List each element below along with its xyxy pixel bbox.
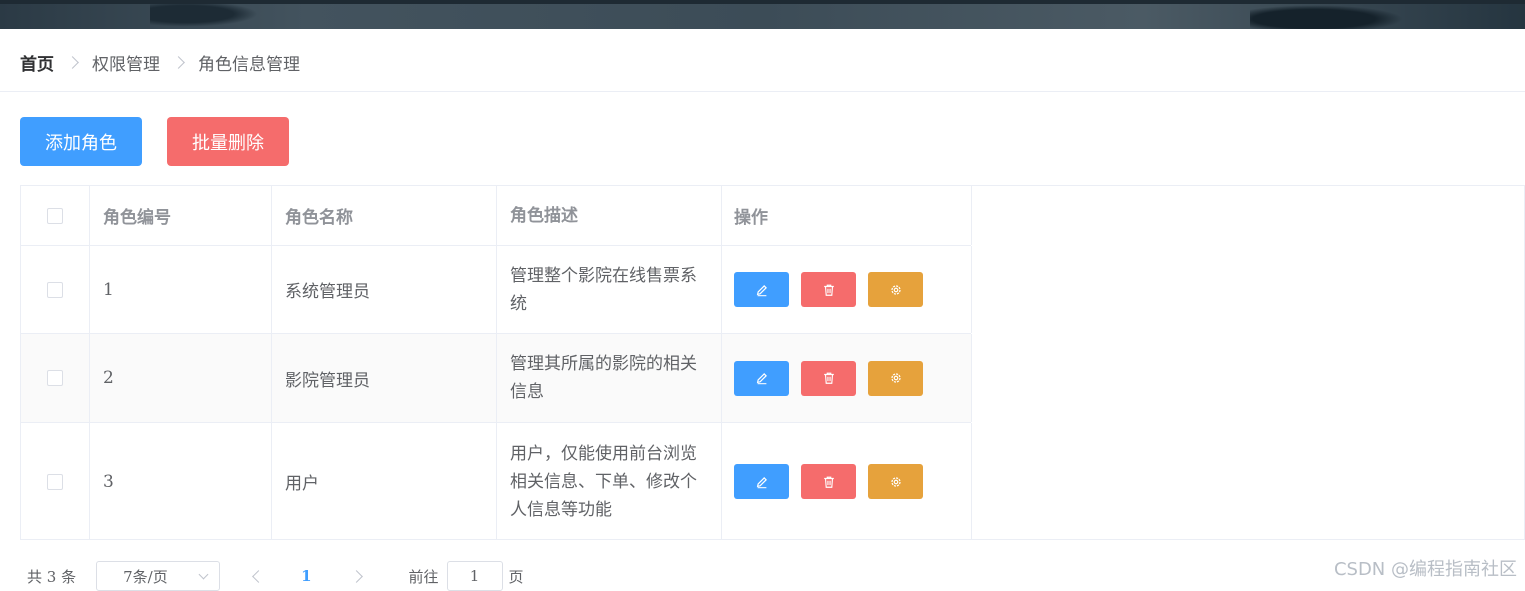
delete-icon <box>823 372 834 384</box>
role-id: 3 <box>90 423 272 540</box>
setting-button[interactable] <box>868 464 923 499</box>
page-size-value: 7条/页 <box>123 567 168 586</box>
chevron-right-icon <box>172 55 185 69</box>
delete-button[interactable] <box>801 464 856 499</box>
role-desc: 管理整个影院在线售票系统 <box>497 246 722 333</box>
pagination: 共 3 条 7条/页 1 前往 1 页 <box>20 561 524 591</box>
edit-icon <box>756 373 767 385</box>
edit-button[interactable] <box>734 272 789 307</box>
edit-button[interactable] <box>734 464 789 499</box>
role-id: 1 <box>90 246 272 333</box>
row-checkbox[interactable] <box>47 370 63 386</box>
delete-icon <box>823 476 834 488</box>
delete-icon <box>823 284 834 296</box>
table-row: 1 系统管理员 管理整个影院在线售票系统 <box>21 246 972 334</box>
table-header: 角色编号 角色名称 角色描述 操作 <box>21 186 972 246</box>
breadcrumb-home[interactable]: 首页 <box>20 50 54 75</box>
watermark: CSDN @编程指南社区 <box>1333 559 1517 580</box>
goto-suffix: 页 <box>508 567 524 586</box>
setting-icon <box>890 373 901 383</box>
row-actions <box>722 334 972 422</box>
setting-icon <box>890 284 901 295</box>
edit-icon <box>756 476 767 488</box>
row-checkbox[interactable] <box>47 281 63 298</box>
setting-button[interactable] <box>868 272 923 307</box>
header-id: 角色编号 <box>90 186 272 245</box>
header-desc: 角色描述 <box>497 186 722 245</box>
role-desc: 管理其所属的影院的相关信息 <box>497 334 722 422</box>
divider <box>0 91 1525 92</box>
table-row: 3 用户 用户，仅能使用前台浏览相关信息、下单、修改个人信息等功能 <box>21 423 972 540</box>
role-desc: 用户，仅能使用前台浏览相关信息、下单、修改个人信息等功能 <box>497 423 722 540</box>
select-all-checkbox[interactable] <box>47 207 63 224</box>
header-actions: 操作 <box>722 186 972 245</box>
chevron-down-icon <box>198 569 209 580</box>
breadcrumb-current: 角色信息管理 <box>198 54 300 75</box>
row-checkbox-cell <box>21 334 90 422</box>
role-name: 用户 <box>272 423 497 540</box>
setting-icon <box>890 476 901 487</box>
role-name: 系统管理员 <box>272 246 497 333</box>
goto-label: 前往 <box>408 567 439 586</box>
header-name: 角色名称 <box>272 186 497 245</box>
add-role-button[interactable]: 添加角色 <box>20 117 142 166</box>
row-checkbox[interactable] <box>47 473 63 490</box>
roles-table: 角色编号 角色名称 角色描述 操作 1 系统管理员 管理整个影院在线售票系统 2… <box>20 185 1525 540</box>
goto-page-value: 1 <box>469 567 480 585</box>
row-checkbox-cell <box>21 423 90 540</box>
banner-decoration <box>150 4 270 29</box>
delete-button[interactable] <box>801 272 856 307</box>
breadcrumb-permission: 权限管理 <box>92 54 160 75</box>
delete-button[interactable] <box>801 360 856 396</box>
goto-page-input[interactable]: 1 <box>446 561 503 591</box>
edit-icon <box>756 284 767 296</box>
banner-decoration <box>1250 4 1410 29</box>
header-checkbox-cell <box>21 186 90 245</box>
row-actions <box>722 423 972 540</box>
prev-page-button[interactable] <box>252 569 265 583</box>
role-id: 2 <box>90 334 272 422</box>
edit-button[interactable] <box>734 360 789 396</box>
page-size-select[interactable]: 7条/页 <box>96 561 221 591</box>
top-banner <box>0 0 1525 29</box>
table-row: 2 影院管理员 管理其所属的影院的相关信息 <box>21 334 972 423</box>
page-number[interactable]: 1 <box>301 567 311 585</box>
total-count: 共 3 条 <box>27 567 77 586</box>
row-checkbox-cell <box>21 246 90 333</box>
breadcrumb: 首页 权限管理 角色信息管理 <box>20 50 300 75</box>
batch-delete-button[interactable]: 批量删除 <box>167 117 289 166</box>
chevron-right-icon <box>66 55 79 69</box>
row-actions <box>722 246 972 333</box>
role-name: 影院管理员 <box>272 334 497 422</box>
next-page-button[interactable] <box>349 569 363 583</box>
setting-button[interactable] <box>868 360 923 396</box>
